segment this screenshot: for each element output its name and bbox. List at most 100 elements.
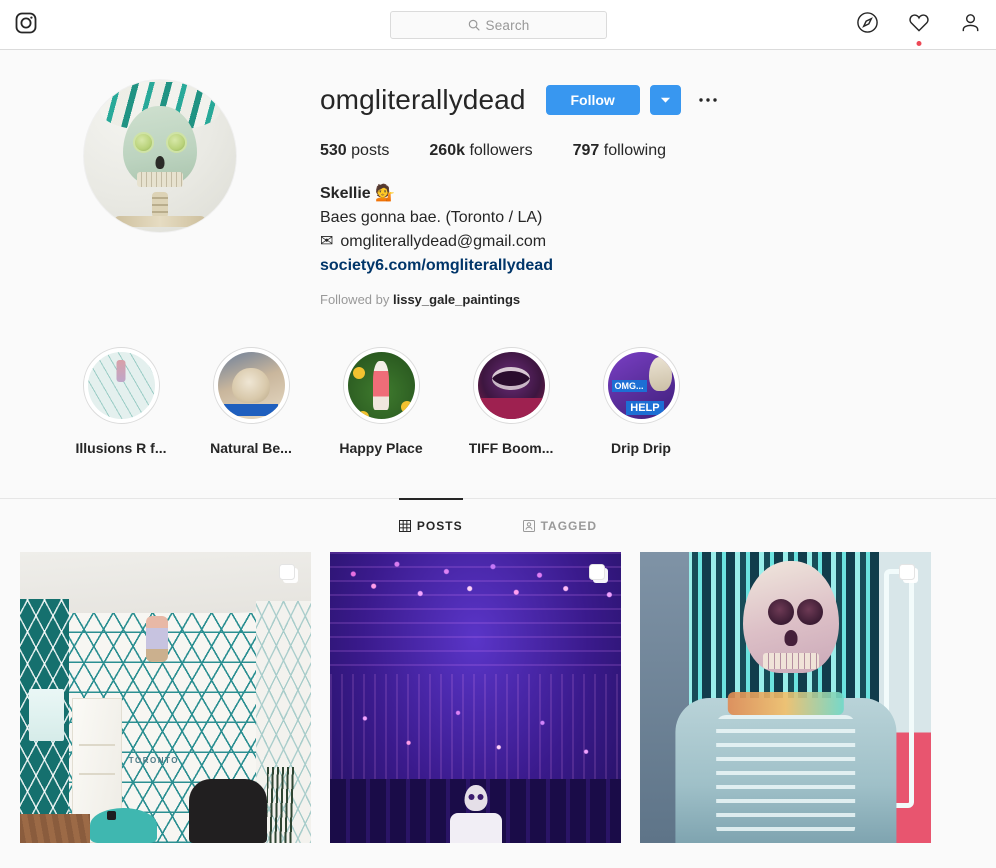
tab-tagged-label: TAGGED	[540, 518, 598, 533]
highlight-cover-image	[347, 352, 415, 419]
bio-name-emoji: 💁	[375, 185, 396, 202]
stat-following-value: 797	[572, 142, 600, 159]
bio-email: omgliterallydead@gmail.com	[340, 233, 547, 250]
highlight-ring	[82, 347, 160, 424]
top-navigation-bar: Search	[0, 0, 996, 50]
tab-posts[interactable]: POSTS	[398, 498, 463, 552]
search-icon	[468, 19, 480, 31]
post3-skull	[743, 560, 840, 673]
highlight-label: Drip Drip	[611, 440, 671, 456]
highlight-item[interactable]: Drip Drip	[576, 347, 706, 456]
followed-by-users[interactable]: lissy_gale_paintings	[393, 292, 520, 307]
highlight-cover-image	[607, 352, 675, 419]
nav-icon-group	[856, 0, 982, 50]
avatar-cucumber-eye-left	[133, 132, 154, 153]
post1-armchair	[188, 778, 268, 843]
grid-icon	[398, 519, 411, 532]
post1-round-table	[89, 808, 157, 843]
username-row: omgliterallydead Follow	[320, 80, 976, 120]
bio-tagline: Baes gonna bae. (Toronto / LA)	[320, 209, 543, 226]
highlight-label: TIFF Boom...	[468, 440, 554, 456]
post1-floor	[20, 813, 90, 843]
post2-mirror-lights	[330, 674, 621, 785]
search-placeholder: Search	[485, 17, 530, 33]
envelope-icon: ✉	[320, 233, 334, 250]
post3-skeleton-ribs	[715, 714, 856, 838]
profile-tabs: POSTS TAGGED	[0, 498, 996, 552]
post-thumbnail[interactable]: TORONTO	[20, 552, 311, 843]
highlight-ring	[342, 347, 420, 424]
avatar-clavicle	[114, 216, 206, 227]
profile-info-column: omgliterallydead Follow 530 posts 260k f…	[320, 80, 996, 307]
followed-by: Followed by lissy_gale_paintings	[320, 292, 976, 307]
highlight-cover-image	[87, 352, 155, 419]
page-title: omgliterallydead	[320, 84, 526, 115]
profile-page: omgliterallydead Follow 530 posts 260k f…	[0, 50, 996, 843]
highlight-label: Happy Place	[339, 440, 423, 456]
carousel-icon	[589, 564, 608, 583]
highlight-item[interactable]: TIFF Boom...	[446, 347, 576, 456]
post-grid: TORONTO	[0, 552, 996, 843]
tab-tagged[interactable]: TAGGED	[522, 499, 598, 552]
post1-plant	[267, 767, 294, 843]
avatar-skull-teeth	[137, 172, 183, 187]
highlight-item[interactable]: Natural Be...	[186, 347, 316, 456]
post1-hanging-figure	[145, 616, 168, 663]
compass-icon[interactable]	[856, 11, 879, 39]
stat-posts[interactable]: 530 posts	[320, 142, 389, 160]
highlight-item[interactable]: Happy Place	[316, 347, 446, 456]
stat-posts-value: 530	[320, 142, 347, 159]
avatar-skull-nose	[155, 156, 165, 169]
avatar-cucumber-eye-right	[166, 132, 187, 153]
stat-following-label: following	[603, 142, 667, 159]
highlight-item[interactable]: Illusions R f...	[56, 347, 186, 456]
highlight-cover-image	[217, 352, 285, 419]
bio-website-link[interactable]: society6.com/omgliterallydead	[320, 257, 553, 274]
stat-followers-value: 260k	[429, 142, 465, 159]
post2-skeleton-shirt	[449, 813, 502, 843]
post-thumbnail[interactable]	[640, 552, 931, 843]
profile-stats: 530 posts 260k followers 797 following	[320, 142, 976, 160]
post2-skeleton	[447, 785, 505, 843]
post1-wall-lamp	[28, 688, 64, 742]
tab-posts-label: POSTS	[416, 518, 463, 533]
highlight-label: Illusions R f...	[75, 440, 167, 456]
highlight-cover-image	[477, 352, 545, 419]
stat-followers-label: followers	[469, 142, 533, 159]
heart-icon[interactable]	[907, 11, 931, 46]
follow-dropdown-button[interactable]	[649, 85, 681, 115]
activity-notification-badge	[916, 41, 922, 46]
post3-skeleton-collarbone	[727, 691, 844, 715]
highlight-skull-decor	[649, 357, 672, 391]
avatar-column	[0, 80, 320, 307]
more-options-button[interactable]	[693, 85, 723, 115]
post3-skull-eye-right	[797, 598, 824, 625]
stat-following[interactable]: 797 following	[573, 142, 666, 160]
bio-display-name: Skellie	[320, 185, 371, 202]
ellipsis-icon	[699, 98, 717, 102]
search-input[interactable]: Search	[390, 11, 607, 39]
bio-display-name-row: Skellie 💁	[320, 182, 976, 206]
stat-followers[interactable]: 260k followers	[429, 142, 532, 160]
instagram-logo-icon[interactable]	[14, 11, 38, 35]
profile-header: omgliterallydead Follow 530 posts 260k f…	[0, 50, 996, 307]
post1-toronto-text: TORONTO	[128, 755, 179, 765]
avatar[interactable]	[84, 80, 236, 232]
highlight-ring	[602, 347, 680, 424]
post3-skull-eye-left	[768, 598, 795, 625]
post-thumbnail[interactable]	[330, 552, 621, 843]
post2-skeleton-head	[464, 785, 487, 811]
carousel-icon	[279, 564, 298, 583]
carousel-icon	[899, 564, 918, 583]
highlight-ring	[212, 347, 290, 424]
post3-skull-nose	[784, 630, 798, 647]
person-icon[interactable]	[959, 11, 982, 39]
tagged-icon	[522, 519, 535, 532]
post1-mug	[107, 810, 117, 820]
story-highlights: Illusions R f... Natural Be... Happy Pla…	[0, 307, 996, 456]
stat-posts-label: posts	[351, 142, 390, 159]
follow-button[interactable]: Follow	[545, 85, 640, 115]
bio-email-row: ✉ omgliterallydead@gmail.com	[320, 230, 976, 254]
profile-bio: Skellie 💁 Baes gonna bae. (Toronto / LA)…	[320, 182, 976, 278]
post2-ceiling-lights	[330, 552, 621, 675]
